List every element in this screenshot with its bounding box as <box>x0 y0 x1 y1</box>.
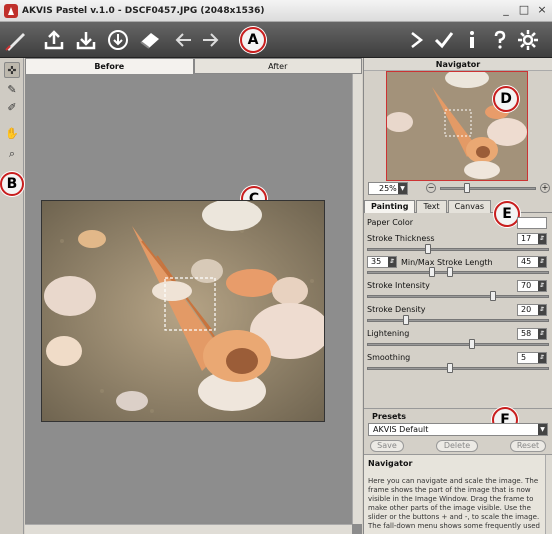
zoom-select[interactable]: 25% ▼ <box>368 182 408 195</box>
brush-tool-icon[interactable]: ✎ <box>4 82 20 98</box>
stroke-length-min-input[interactable]: 35 ⇵ <box>367 256 397 268</box>
save-image-icon[interactable] <box>74 28 98 52</box>
open-image-icon[interactable] <box>42 28 66 52</box>
presets-panel: Presets F AKVIS Default ▼ Save Delete Re… <box>364 407 552 454</box>
stroke-length-max-slider[interactable] <box>447 267 453 277</box>
stroke-intensity-label: Stroke Intensity <box>367 281 430 290</box>
stroke-thickness-slider[interactable] <box>425 244 431 254</box>
stroke-length-label: Min/Max Stroke Length <box>401 258 493 267</box>
hand-tool-icon[interactable]: ✋ <box>4 126 20 142</box>
tab-canvas[interactable]: Canvas <box>447 200 492 213</box>
lightening-input[interactable]: 58 ⇵ <box>517 328 547 340</box>
save-preset-button[interactable]: Save <box>370 440 404 452</box>
stroke-intensity-row: Stroke Intensity 70 ⇵ <box>367 280 550 303</box>
eraser-tool-icon[interactable]: ✐ <box>4 100 20 116</box>
zoom-in-button[interactable]: + <box>540 183 550 193</box>
lightening-row: Lightening 58 ⇵ <box>367 328 550 351</box>
smoothing-row: Smoothing 5 ⇵ <box>367 352 550 375</box>
callout-a: A <box>240 27 266 53</box>
seashell-photo <box>41 200 325 422</box>
stroke-density-input[interactable]: 20 ⇵ <box>517 304 547 316</box>
eraser-icon[interactable] <box>138 28 162 52</box>
help-icon[interactable] <box>488 28 512 52</box>
pastel-logo-icon <box>4 28 28 52</box>
info-icon[interactable] <box>460 28 484 52</box>
stroke-intensity-input[interactable]: 70 ⇵ <box>517 280 547 292</box>
presets-title: Presets <box>372 412 407 421</box>
main-toolbar: A <box>0 22 552 58</box>
undo-icon[interactable] <box>172 28 196 52</box>
zoom-out-button[interactable]: − <box>426 183 436 193</box>
redo-icon[interactable] <box>198 28 222 52</box>
paper-color-row: Paper Color <box>367 217 550 230</box>
paper-color-swatch[interactable] <box>517 217 547 229</box>
title-bar: AKVIS Pastel v.1.0 - DSCF0457.JPG (2048x… <box>0 0 552 22</box>
image-window: Before After C <box>25 58 362 534</box>
navigator-preview[interactable]: D <box>386 71 528 181</box>
minimize-button[interactable]: _ <box>500 3 512 17</box>
close-button[interactable]: × <box>536 3 548 17</box>
stroke-density-slider[interactable] <box>403 315 409 325</box>
chevron-down-icon: ▼ <box>398 183 407 194</box>
navigator-title: Navigator <box>364 58 552 71</box>
lightening-label: Lightening <box>367 329 410 338</box>
stroke-length-min-slider[interactable] <box>429 267 435 277</box>
tab-before[interactable]: Before <box>25 58 194 74</box>
stroke-intensity-slider[interactable] <box>490 291 496 301</box>
stroke-thickness-label: Stroke Thickness <box>367 234 435 243</box>
tab-text[interactable]: Text <box>416 200 447 213</box>
callout-b: B <box>0 172 24 196</box>
window-title: AKVIS Pastel v.1.0 - DSCF0457.JPG (2048x… <box>22 5 265 16</box>
delete-preset-button[interactable]: Delete <box>436 440 478 452</box>
tool-bar: ✜ ✎ ✐ ✋ ⌕ B <box>0 58 24 534</box>
help-text: Here you can navigate and scale the imag… <box>368 477 541 530</box>
presets-select[interactable]: AKVIS Default ▼ <box>368 423 548 436</box>
help-panel: Navigator Here you can navigate and scal… <box>364 454 552 534</box>
help-scrollbar[interactable] <box>545 455 552 534</box>
reset-preset-button[interactable]: Reset <box>510 440 546 452</box>
horizontal-scrollbar[interactable] <box>25 524 352 534</box>
smoothing-slider[interactable] <box>447 363 453 373</box>
print-icon[interactable] <box>106 28 130 52</box>
image-canvas[interactable]: C <box>25 74 352 522</box>
maximize-button[interactable]: □ <box>518 3 530 17</box>
help-title: Navigator <box>368 459 413 468</box>
settings-panel: Navigator D 25% ▼ − + Painting Text Canv… <box>363 58 552 534</box>
stroke-density-row: Stroke Density 20 ⇵ <box>367 304 550 327</box>
smoothing-input[interactable]: 5 ⇵ <box>517 352 547 364</box>
run-icon[interactable] <box>404 28 428 52</box>
stroke-length-max-input[interactable]: 45 ⇵ <box>517 256 547 268</box>
callout-d: D <box>493 86 519 112</box>
zoom-tool-icon[interactable]: ⌕ <box>4 146 20 162</box>
app-logo-icon <box>4 3 18 18</box>
chevron-down-icon: ▼ <box>538 424 547 435</box>
zoom-slider[interactable] <box>440 187 536 190</box>
settings-gear-icon[interactable] <box>516 28 540 52</box>
stroke-density-label: Stroke Density <box>367 305 426 314</box>
lightening-slider[interactable] <box>469 339 475 349</box>
paper-color-label: Paper Color <box>367 218 414 227</box>
zoom-slider-thumb[interactable] <box>464 183 470 193</box>
tab-after[interactable]: After <box>193 58 362 74</box>
tab-painting[interactable]: Painting <box>364 200 416 213</box>
smoothing-label: Smoothing <box>367 353 411 362</box>
vertical-scrollbar[interactable] <box>352 74 362 524</box>
apply-icon[interactable] <box>432 28 456 52</box>
stroke-thickness-input[interactable]: 17 ⇵ <box>517 233 547 245</box>
stroke-thickness-row: Stroke Thickness 17 ⇵ <box>367 233 550 256</box>
stroke-length-row: 35 ⇵ Min/Max Stroke Length 45 ⇵ <box>367 256 550 279</box>
zoom-value: 25% <box>379 184 397 193</box>
stroke-direction-tool-icon[interactable]: ✜ <box>4 62 20 78</box>
